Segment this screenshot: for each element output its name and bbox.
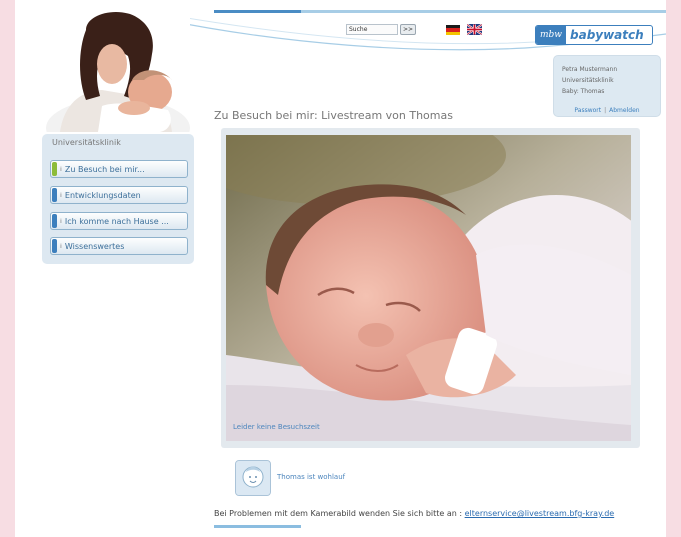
grip-icon: ⁞ [60,191,62,199]
active-indicator-icon [52,162,57,176]
user-baby: Baby: Thomas [562,88,605,95]
footer-accent-line [214,525,301,528]
sidebar-item-label: Wissenswertes [64,241,125,251]
password-link[interactable]: Passwort [574,107,601,114]
logo-prefix: mbw [536,26,566,44]
search-button[interactable]: >> [400,24,416,35]
livestream-video[interactable] [226,135,631,441]
sidebar-item-nach-hause[interactable]: ⁞ Ich komme nach Hause ... [50,212,188,230]
sidebar-item-label: Entwicklungsdaten [64,190,141,200]
sidebar-nav: Universitätsklinik ⁞ Zu Besuch bei mir..… [42,134,194,264]
indicator-icon [52,239,57,253]
footer-message: Bei Problemen mit dem Kamerabild wenden … [214,509,463,518]
user-links: Passwort | Abmelden [554,107,660,114]
grip-icon: ⁞ [60,217,62,225]
de-flag-icon[interactable] [446,25,460,35]
page-title: Zu Besuch bei mir: Livestream von Thomas [214,109,453,122]
user-name: Petra Mustermann [562,66,618,73]
top-accent-bar [214,10,301,13]
baby-avatar-icon [235,460,271,496]
footer-text: Bei Problemen mit dem Kamerabild wenden … [214,509,614,518]
page: Suche >> mbw babywatch Petra Mustermann … [15,0,666,537]
link-separator: | [604,107,607,114]
logout-link[interactable]: Abmelden [609,107,639,114]
babywatch-logo[interactable]: mbw babywatch [535,25,653,45]
search-input[interactable]: Suche [346,24,398,35]
baby-status-text: Thomas ist wohlauf [277,473,346,481]
user-info-box: Petra Mustermann Universitätsklinik Baby… [553,55,661,117]
user-clinic: Universitätsklinik [562,77,614,84]
sidebar-item-label: Zu Besuch bei mir... [64,164,145,174]
stream-caption: Leider keine Besuchszeit [233,423,320,431]
grip-icon: ⁞ [60,165,62,173]
sidebar-item-zu-besuch[interactable]: ⁞ Zu Besuch bei mir... [50,160,188,178]
sidebar-item-entwicklungsdaten[interactable]: ⁞ Entwicklungsdaten [50,186,188,204]
grip-icon: ⁞ [60,242,62,250]
sidebar-heading: Universitätsklinik [52,138,121,147]
indicator-icon [52,214,57,228]
logo-name: babywatch [570,28,644,42]
en-flag-icon[interactable] [467,24,482,35]
indicator-icon [52,188,57,202]
mother-baby-photo [40,10,190,132]
sidebar-item-label: Ich komme nach Hause ... [64,216,169,226]
support-email-link[interactable]: elternservice@livestream.bfg-kray.de [465,509,615,518]
top-bar-light [301,10,666,13]
sidebar-item-wissenswertes[interactable]: ⁞ Wissenswertes [50,237,188,255]
